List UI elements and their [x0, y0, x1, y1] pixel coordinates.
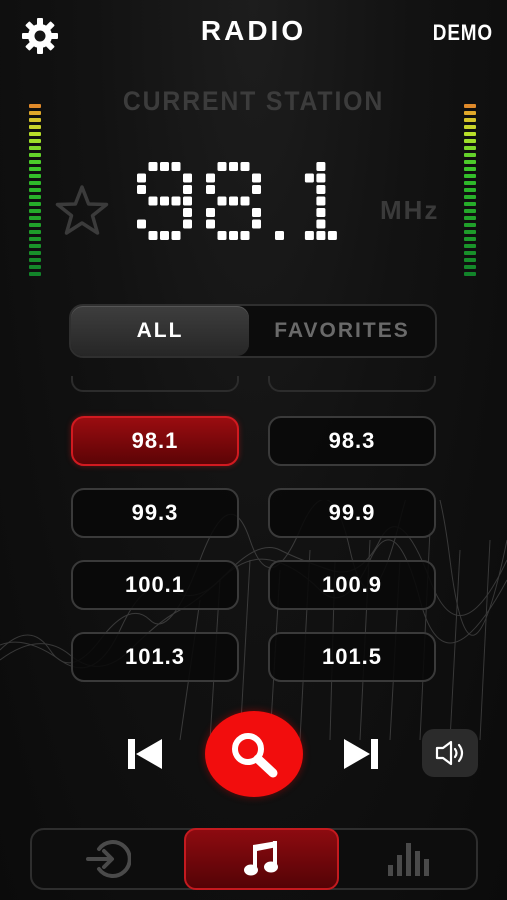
- meter-segment: [29, 181, 41, 185]
- tab-favorites[interactable]: FAVORITES: [249, 306, 435, 356]
- meter-segment: [29, 195, 41, 199]
- frequency-unit: MHz: [380, 195, 440, 225]
- station-button[interactable]: 100.9: [268, 560, 436, 610]
- meter-segment: [464, 188, 476, 192]
- meter-segment: [29, 223, 41, 227]
- level-meter-left: [29, 104, 41, 279]
- volume-button[interactable]: [422, 729, 478, 777]
- station-button-partial[interactable]: [71, 376, 239, 392]
- station-button-selected[interactable]: 98.1: [71, 416, 239, 466]
- meter-segment: [29, 139, 41, 143]
- meter-segment: [29, 209, 41, 213]
- level-meter-right: [464, 104, 476, 279]
- nav-equalizer[interactable]: [339, 830, 478, 888]
- meter-segment: [29, 167, 41, 171]
- meter-segment: [29, 251, 41, 255]
- meter-segment: [464, 181, 476, 185]
- meter-segment: [464, 265, 476, 269]
- search-icon: [232, 733, 278, 778]
- demo-button[interactable]: DEMO: [433, 20, 493, 46]
- meter-segment: [29, 111, 41, 115]
- meter-segment: [464, 244, 476, 248]
- meter-segment: [464, 216, 476, 220]
- meter-segment: [29, 153, 41, 157]
- frequency-digit-8: [206, 162, 261, 240]
- meter-segment: [29, 146, 41, 150]
- meter-segment: [464, 174, 476, 178]
- meter-segment: [464, 167, 476, 171]
- bottom-nav: [30, 828, 478, 890]
- meter-segment: [464, 209, 476, 213]
- frequency-display: [137, 162, 337, 240]
- meter-segment: [29, 258, 41, 262]
- equalizer-icon: [387, 843, 429, 876]
- meter-segment: [464, 104, 476, 108]
- frequency-digit-1: [304, 162, 337, 240]
- meter-segment: [29, 202, 41, 206]
- station-button[interactable]: 101.5: [268, 632, 436, 682]
- meter-segment: [29, 244, 41, 248]
- meter-segment: [464, 132, 476, 136]
- meter-segment: [464, 237, 476, 241]
- meter-segment: [29, 125, 41, 129]
- meter-segment: [29, 230, 41, 234]
- meter-segment: [464, 230, 476, 234]
- station-button-partial[interactable]: [268, 376, 436, 392]
- tab-all[interactable]: ALL: [71, 306, 249, 356]
- station-button[interactable]: 100.1: [71, 560, 239, 610]
- meter-segment: [29, 104, 41, 108]
- meter-segment: [464, 223, 476, 227]
- page-title: RADIO: [200, 15, 307, 46]
- meter-segment: [464, 258, 476, 262]
- current-station-label: CURRENT STATION: [122, 86, 385, 116]
- station-button[interactable]: 101.3: [71, 632, 239, 682]
- nav-music[interactable]: [184, 828, 339, 890]
- meter-segment: [29, 272, 41, 276]
- meter-segment: [29, 174, 41, 178]
- meter-segment: [464, 139, 476, 143]
- station-button[interactable]: 99.3: [71, 488, 239, 538]
- meter-segment: [29, 118, 41, 122]
- meter-segment: [464, 153, 476, 157]
- meter-segment: [29, 237, 41, 241]
- input-icon: [86, 840, 131, 878]
- station-button[interactable]: 99.9: [268, 488, 436, 538]
- meter-segment: [29, 216, 41, 220]
- meter-segment: [29, 160, 41, 164]
- radio-screen: RADIO DEMO CURRENT STATION MHz ALL FAVOR…: [0, 0, 507, 900]
- meter-segment: [29, 132, 41, 136]
- meter-segment: [29, 188, 41, 192]
- meter-segment: [464, 272, 476, 276]
- background-waveform: [0, 500, 507, 740]
- meter-segment: [29, 265, 41, 269]
- frequency-digit-9: [137, 162, 192, 240]
- meter-segment: [464, 202, 476, 206]
- meter-segment: [464, 118, 476, 122]
- nav-input[interactable]: [32, 830, 184, 888]
- star-outline-icon[interactable]: [54, 184, 110, 238]
- meter-segment: [464, 111, 476, 115]
- station-button[interactable]: 98.3: [268, 416, 436, 466]
- volume-icon: [435, 740, 464, 766]
- search-button[interactable]: [205, 711, 303, 797]
- meter-segment: [464, 146, 476, 150]
- station-filter-control: ALL FAVORITES: [69, 304, 437, 358]
- music-note-icon: [243, 841, 278, 876]
- meter-segment: [464, 251, 476, 255]
- frequency-dot: [275, 231, 284, 240]
- meter-segment: [464, 195, 476, 199]
- skip-next-icon[interactable]: [343, 738, 379, 770]
- skip-previous-icon[interactable]: [127, 738, 163, 770]
- meter-segment: [464, 160, 476, 164]
- meter-segment: [464, 125, 476, 129]
